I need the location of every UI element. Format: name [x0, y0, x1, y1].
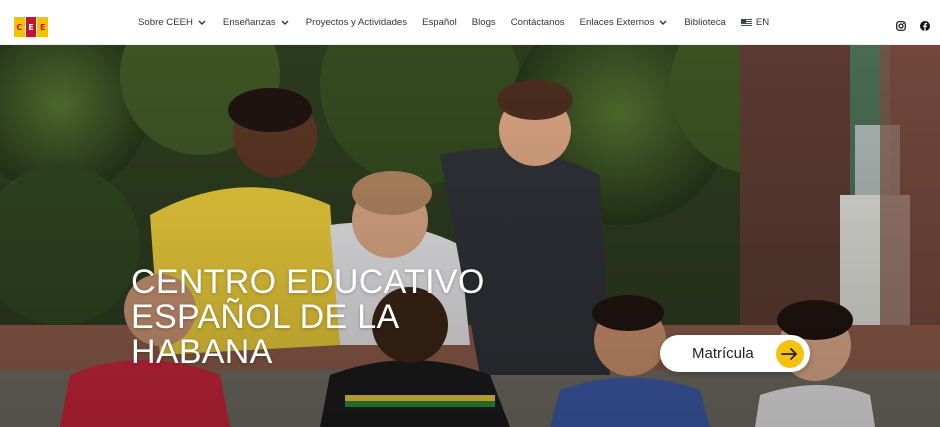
chevron-down-icon	[196, 18, 208, 28]
chevron-down-icon	[279, 18, 291, 28]
nav-item-label: Blogs	[471, 17, 496, 28]
hero-banner: CENTRO EDUCATIVO ESPAÑOL DE LA HABANA Ma…	[0, 45, 940, 427]
nav-item-sobre-ceeh[interactable]: Sobre CEEH	[138, 17, 208, 28]
language-switcher[interactable]: EN	[740, 17, 770, 28]
instagram-icon[interactable]	[896, 21, 906, 31]
chevron-down-icon	[657, 18, 669, 28]
nav-item-label: Enlaces Externos	[579, 17, 655, 28]
social-links	[896, 21, 930, 31]
hero-title: CENTRO EDUCATIVO ESPAÑOL DE LA HABANA	[131, 263, 485, 371]
nav-item-biblioteca[interactable]: Biblioteca	[684, 17, 726, 28]
nav-item-label: Español	[422, 17, 457, 28]
nav-item-contactanos[interactable]: Contáctanos	[511, 17, 565, 28]
site-logo[interactable]: C E E	[14, 17, 49, 37]
nav-item-enlaces-externos[interactable]: Enlaces Externos	[580, 17, 670, 28]
us-flag-icon	[740, 19, 752, 26]
nav-item-label: Sobre CEEH	[138, 17, 193, 28]
language-label: EN	[755, 17, 770, 28]
arrow-right-icon	[776, 340, 804, 368]
nav-item-label: Proyectos y Actividades	[305, 17, 408, 28]
nav-item-blogs[interactable]: Blogs	[472, 17, 496, 28]
matricula-button-label: Matrícula	[692, 345, 754, 362]
top-navbar: C E E Sobre CEEH Enseñanzas Proyectos y …	[0, 0, 940, 45]
nav-item-proyectos[interactable]: Proyectos y Actividades	[306, 17, 407, 28]
nav-item-label: Biblioteca	[684, 17, 726, 28]
matricula-button[interactable]: Matrícula	[660, 335, 810, 372]
logo-letter: C	[14, 17, 25, 37]
nav-item-espanol[interactable]: Español	[422, 17, 457, 28]
nav-item-ensenanzas[interactable]: Enseñanzas	[223, 17, 291, 28]
nav-item-label: Enseñanzas	[222, 17, 276, 28]
logo-letter: E	[25, 17, 37, 37]
facebook-icon[interactable]	[920, 21, 930, 31]
nav-item-label: Contáctanos	[510, 17, 565, 28]
main-menu: Sobre CEEH Enseñanzas Proyectos y Activi…	[138, 0, 784, 45]
logo-letter: E	[37, 17, 49, 37]
